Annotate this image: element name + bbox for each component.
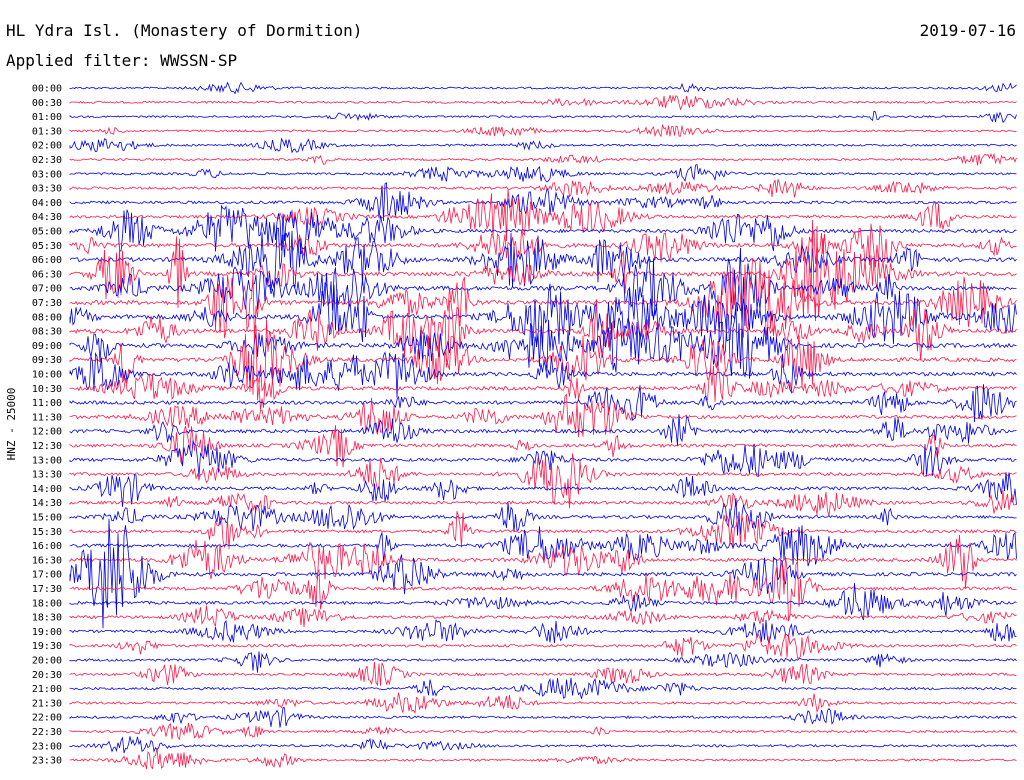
- row-time-label: 18:30: [32, 613, 62, 624]
- trace-row: [69, 110, 1017, 124]
- row-time-label: 06:00: [32, 255, 62, 266]
- row-time-label: 15:30: [32, 527, 62, 538]
- row-time-label: 10:30: [32, 384, 62, 395]
- trace-row: [69, 189, 1017, 242]
- trace-row: [69, 651, 1017, 673]
- row-time-label: 23:00: [32, 741, 62, 752]
- row-time-label: 01:30: [32, 126, 62, 137]
- row-time-label: 11:30: [32, 412, 62, 423]
- row-time-label: 00:00: [32, 84, 62, 95]
- trace-row: [69, 632, 1017, 659]
- trace-row: [69, 163, 1017, 183]
- trace-row: [69, 490, 1017, 516]
- row-time-label: 20:30: [32, 670, 62, 681]
- row-time-label: 05:00: [32, 227, 62, 238]
- trace-row: [69, 556, 1017, 622]
- row-time-label: 02:30: [32, 155, 62, 166]
- row-time-label: 18:00: [32, 598, 62, 609]
- trace-row: [69, 722, 1017, 741]
- row-time-label: 03:00: [32, 169, 62, 180]
- row-time-label: 16:30: [32, 555, 62, 566]
- date-label: 2019-07-16: [920, 21, 1016, 40]
- row-time-label: 08:30: [32, 327, 62, 338]
- helicorder-chart: HL Ydra Isl. (Monastery of Dormition) 20…: [5, 21, 1017, 770]
- trace-row: [69, 414, 1017, 446]
- trace-row: [69, 661, 1017, 687]
- row-time-label: 07:30: [32, 298, 62, 309]
- row-time-label: 02:00: [32, 141, 62, 152]
- row-time-label: 22:30: [32, 727, 62, 738]
- row-time-label: 14:30: [32, 498, 62, 509]
- row-time-label: 01:00: [32, 112, 62, 123]
- row-time-label: 13:30: [32, 470, 62, 481]
- row-time-label: 10:00: [32, 370, 62, 381]
- trace-row: [69, 219, 1017, 322]
- row-time-label: 11:00: [32, 398, 62, 409]
- row-time-label: 23:30: [32, 756, 62, 767]
- row-time-label: 04:30: [32, 212, 62, 223]
- filter-label: Applied filter: WWSSN-SP: [6, 51, 237, 70]
- trace-row: [69, 179, 1017, 198]
- row-time-label: 15:00: [32, 513, 62, 524]
- trace-row: [69, 707, 1017, 728]
- row-time-label: 21:00: [32, 684, 62, 695]
- trace-row: [69, 619, 1017, 644]
- trace-row: [69, 736, 1017, 754]
- row-time-label: 04:00: [32, 198, 62, 209]
- row-time-label: 12:00: [32, 427, 62, 438]
- row-time-label: 03:30: [32, 184, 62, 195]
- row-time-label: 06:30: [32, 269, 62, 280]
- row-time-label: 14:00: [32, 484, 62, 495]
- trace-row: [69, 152, 1017, 166]
- trace-row: [69, 605, 1017, 628]
- station-title: HL Ydra Isl. (Monastery of Dormition): [6, 21, 362, 40]
- trace-row: [69, 94, 1017, 111]
- row-time-label: 08:00: [32, 312, 62, 323]
- row-time-label: 20:00: [32, 656, 62, 667]
- trace-row: [69, 123, 1017, 138]
- time-labels: 00:00 00:30 01:00 01:30 02:00 02:30 03:00 03:30…: [32, 84, 62, 767]
- trace-row: [69, 748, 1017, 770]
- row-time-label: 07:00: [32, 284, 62, 295]
- row-time-label: 16:00: [32, 541, 62, 552]
- row-time-label: 19:30: [32, 641, 62, 652]
- row-time-label: 12:30: [32, 441, 62, 452]
- row-time-label: 21:30: [32, 698, 62, 709]
- trace-row: [69, 281, 1017, 348]
- row-time-label: 22:00: [32, 713, 62, 724]
- row-time-label: 13:00: [32, 455, 62, 466]
- channel-axis-label: HNZ - 25000: [5, 388, 18, 461]
- trace-row: [69, 81, 1017, 95]
- row-time-label: 17:30: [32, 584, 62, 595]
- trace-row: [69, 137, 1017, 154]
- trace-rows: [69, 81, 1017, 770]
- trace-row: [69, 534, 1017, 588]
- row-time-label: 09:30: [32, 355, 62, 366]
- row-time-label: 00:30: [32, 98, 62, 109]
- trace-row: [69, 677, 1017, 699]
- row-time-label: 19:00: [32, 627, 62, 638]
- row-time-label: 17:00: [32, 570, 62, 581]
- row-time-label: 05:30: [32, 241, 62, 252]
- row-time-label: 09:00: [32, 341, 62, 352]
